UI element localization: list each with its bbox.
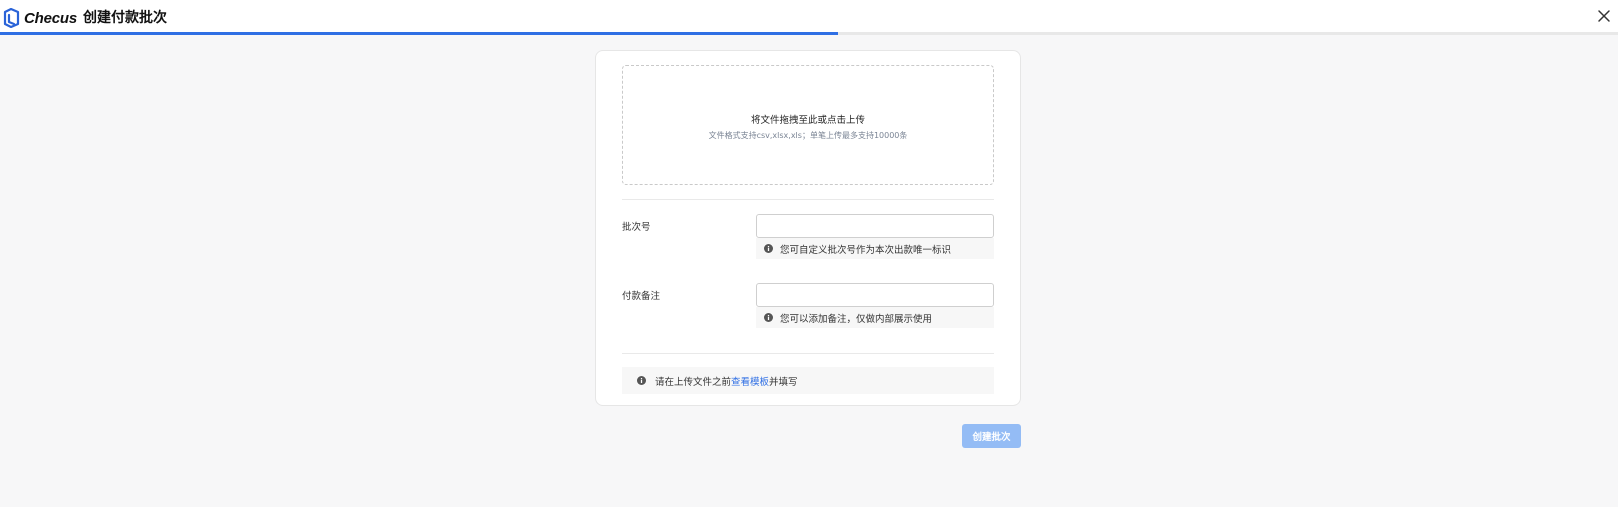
upload-title: 将文件拖拽至此或点击上传 bbox=[750, 115, 865, 126]
batch-number-hint-text: 您可自定义批次号作为本次出款唯一标识 bbox=[780, 244, 952, 256]
form-card: 将文件拖拽至此或点击上传 文件格式支持csv,xlsx,xls；单笔上传最多支持… bbox=[595, 50, 1021, 406]
brand-logo: Checus bbox=[3, 7, 77, 29]
divider bbox=[622, 353, 994, 354]
progress-fill bbox=[0, 32, 839, 35]
progress-track bbox=[0, 32, 1618, 35]
view-template-link[interactable]: 查看模板 bbox=[731, 374, 769, 388]
notice-suffix: 并填写 bbox=[769, 376, 798, 388]
payment-remark-input[interactable] bbox=[756, 283, 994, 307]
divider bbox=[622, 199, 994, 200]
upload-hint: 文件格式支持csv,xlsx,xls；单笔上传最多支持10000条 bbox=[708, 131, 908, 140]
batch-number-input[interactable] bbox=[756, 214, 994, 238]
close-icon[interactable] bbox=[1596, 8, 1612, 24]
template-notice: 请在上传文件之前 查看模板 并填写 bbox=[622, 367, 994, 394]
top-bar: Checus 创建付款批次 bbox=[0, 0, 1618, 35]
checus-logo-icon bbox=[3, 8, 20, 28]
info-icon bbox=[637, 376, 646, 385]
batch-number-label: 批次号 bbox=[622, 222, 651, 233]
page-title: 创建付款批次 bbox=[83, 10, 167, 26]
file-upload-dropzone[interactable]: 将文件拖拽至此或点击上传 文件格式支持csv,xlsx,xls；单笔上传最多支持… bbox=[622, 65, 994, 185]
create-batch-button[interactable]: 创建批次 bbox=[962, 424, 1021, 448]
info-icon bbox=[764, 244, 773, 253]
info-icon bbox=[764, 313, 773, 322]
brand-name: Checus bbox=[24, 9, 77, 27]
payment-remark-hint: 您可以添加备注，仅做内部展示使用 bbox=[756, 307, 994, 328]
payment-remark-label: 付款备注 bbox=[622, 291, 661, 302]
batch-number-hint: 您可自定义批次号作为本次出款唯一标识 bbox=[756, 238, 994, 259]
notice-prefix: 请在上传文件之前 bbox=[655, 376, 732, 388]
payment-remark-hint-text: 您可以添加备注，仅做内部展示使用 bbox=[780, 313, 933, 325]
